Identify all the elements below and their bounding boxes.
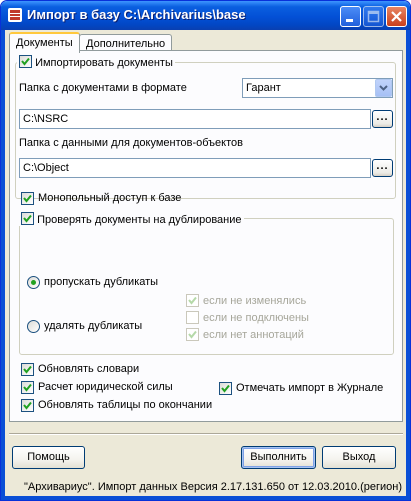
checkmark-icon [23,401,32,410]
docs-path-input[interactable]: C:\NSRC [19,109,371,129]
checkmark-icon [23,194,32,203]
minimize-button[interactable] [340,6,361,27]
close-button[interactable] [386,6,407,27]
format-combobox-value: Гарант [246,82,281,94]
objects-path-input[interactable]: C:\Object [19,158,371,178]
window-title: Импорт в базу C:\Archivarius\base [27,7,246,22]
import-documents-header: Импортировать документы [17,55,175,69]
checkmark-icon [221,384,230,393]
browse-docs-path-button[interactable]: ... [372,110,393,128]
exit-button[interactable]: Выход [322,446,396,469]
checkmark-icon [23,365,32,374]
minimize-icon [346,19,353,22]
check-duplicates-label: Проверять документы на дублирование [37,214,242,226]
skip-duplicates-label: пропускать дубликаты [44,276,159,288]
checkmark-icon [23,214,32,223]
if-not-connected-label: если не подключены [203,312,309,324]
checkmark-icon [23,383,32,392]
buttons-separator [9,433,403,435]
if-not-changed-label: если не изменялись [203,295,307,307]
duplicates-header: Проверять документы на дублирование [19,212,244,226]
combobox-dropdown-button[interactable] [375,79,392,97]
window-frame-right [406,30,410,500]
tab-additional-label: Дополнительно [86,38,166,50]
import-dialog: Импорт в базу C:\Archivarius\base Докуме… [0,0,411,501]
mark-in-journal-checkbox[interactable] [219,382,232,395]
if-no-annotations-checkbox[interactable] [186,328,199,341]
if-no-annotations-label: если нет аннотаций [203,329,304,341]
exclusive-access-label: Монопольный доступ к базе [38,192,182,204]
update-dictionaries-label: Обновлять словари [38,363,140,375]
skip-duplicates-radio[interactable] [27,276,40,289]
run-button[interactable]: Выполнить [241,446,316,469]
update-tables-label: Обновлять таблицы по окончании [38,399,213,411]
close-icon [391,11,402,22]
legal-force-checkbox[interactable] [21,381,34,394]
checkmark-icon [188,296,197,305]
window-frame-bottom [1,496,410,500]
import-documents-label: Импортировать документы [35,57,173,69]
chevron-down-icon [379,85,388,91]
checkmark-icon [21,57,30,66]
import-documents-checkbox[interactable] [19,55,32,68]
title-bar[interactable]: Импорт в базу C:\Archivarius\base [1,1,410,30]
tab-documents[interactable]: Документы [9,32,80,53]
exclusive-access-checkbox[interactable] [21,192,34,205]
folder-format-label: Папка с документами в формате [19,82,187,94]
mark-in-journal-label: Отмечать импорт в Журнале [236,382,384,394]
check-duplicates-checkbox[interactable] [21,212,34,225]
update-tables-checkbox[interactable] [21,399,34,412]
documents-tab-panel: Импортировать документы Папка с документ… [9,50,403,422]
browse-objects-path-button[interactable]: ... [372,159,393,177]
archive-app-icon [7,7,23,23]
delete-duplicates-label: удалять дубликаты [44,320,143,332]
maximize-icon [367,10,380,23]
delete-duplicates-radio[interactable] [27,320,40,333]
if-not-changed-checkbox[interactable] [186,294,199,307]
legal-force-label: Расчет юридической силы [38,381,173,393]
update-dictionaries-checkbox[interactable] [21,363,34,376]
objects-folder-label: Папка с данными для документов-объектов [19,137,243,149]
help-button[interactable]: Помощь [12,446,85,469]
maximize-button [363,6,384,27]
if-not-connected-checkbox[interactable] [186,311,199,324]
format-combobox[interactable]: Гарант [242,78,393,98]
dialog-client-area: Документы Дополнительно Импортировать до… [5,30,406,496]
tab-documents-label: Документы [16,37,73,49]
checkmark-icon [188,330,197,339]
status-text: "Архивариус". Импорт данных Версия 2.17.… [23,481,402,493]
